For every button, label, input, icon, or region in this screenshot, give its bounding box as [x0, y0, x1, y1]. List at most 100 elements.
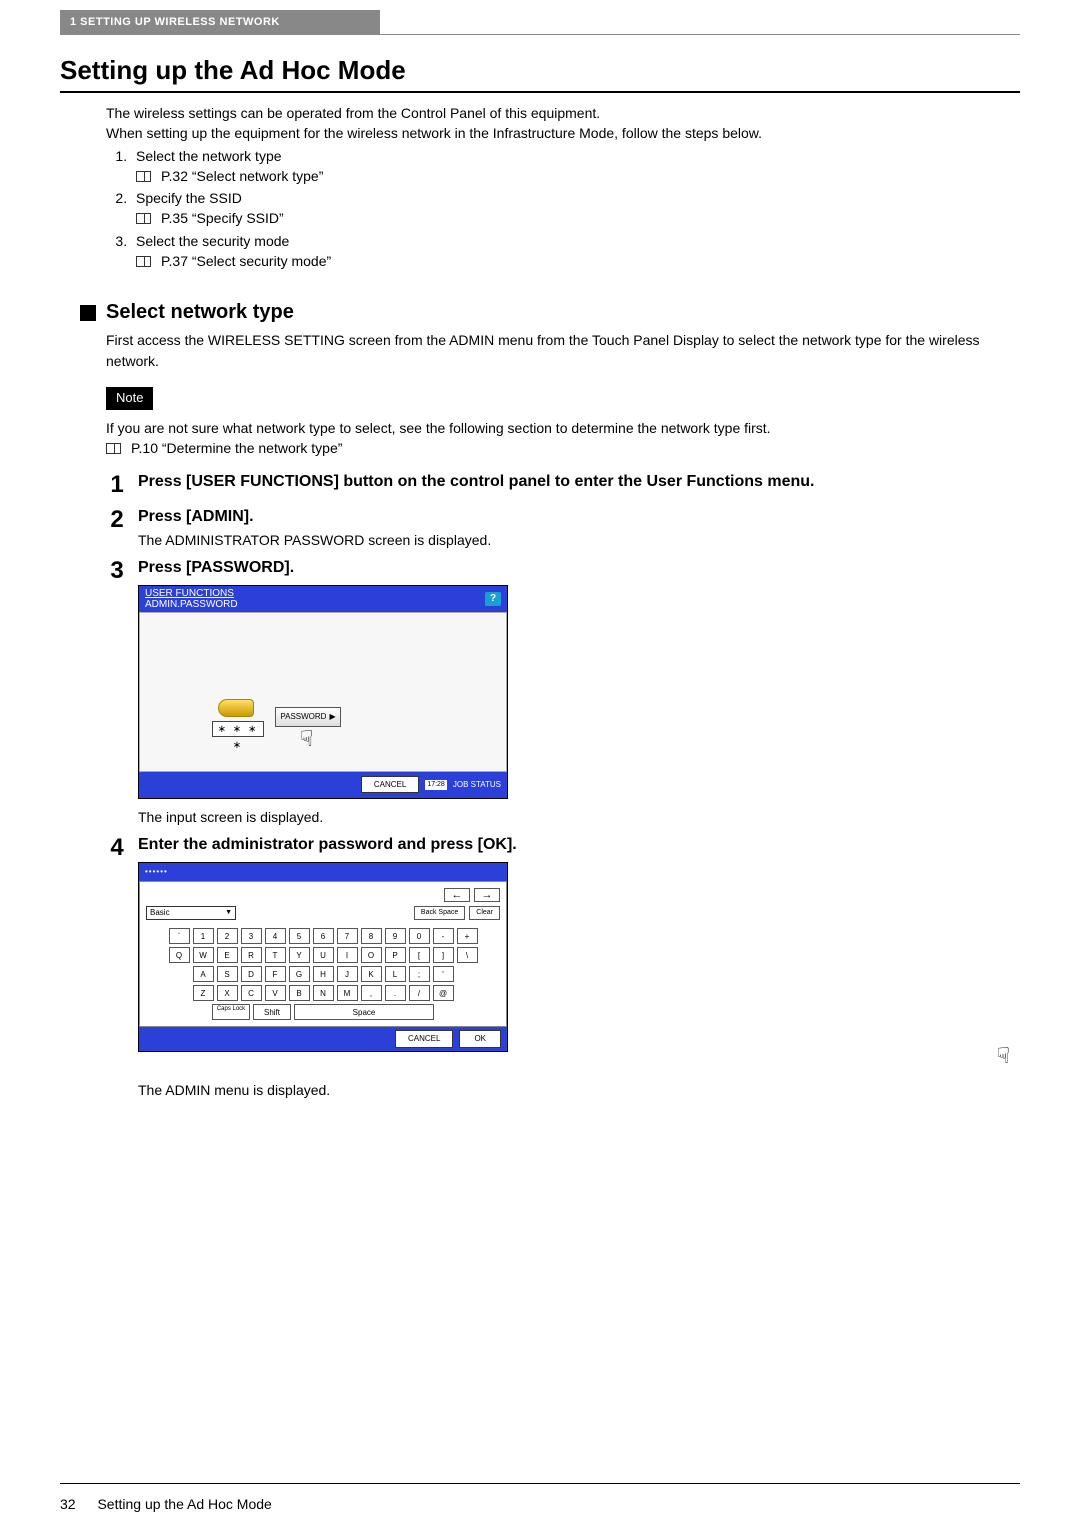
intro-list-item: Select the security mode P.37 “Select se…: [131, 231, 1020, 272]
key[interactable]: G: [289, 966, 310, 982]
ok-button[interactable]: OK: [459, 1030, 501, 1048]
key[interactable]: F: [265, 966, 286, 982]
key[interactable]: 7: [337, 928, 358, 944]
backspace-button[interactable]: Back Space: [414, 906, 465, 920]
key-row: ` 1 2 3 4 5 6 7 8 9: [169, 928, 478, 944]
key[interactable]: T: [265, 947, 286, 963]
key[interactable]: ]: [433, 947, 454, 963]
key[interactable]: L: [385, 966, 406, 982]
key[interactable]: -: [433, 928, 454, 944]
key[interactable]: \: [457, 947, 478, 963]
book-icon: [136, 256, 151, 267]
key[interactable]: `: [169, 928, 190, 944]
section-heading-text: Select network type: [106, 301, 294, 324]
space-key[interactable]: Space: [294, 1004, 434, 1020]
key[interactable]: A: [193, 966, 214, 982]
key[interactable]: 4: [265, 928, 286, 944]
key[interactable]: P: [385, 947, 406, 963]
key[interactable]: 6: [313, 928, 334, 944]
step-caption: The ADMIN menu is displayed.: [138, 1080, 1020, 1100]
key[interactable]: ,: [361, 985, 382, 1001]
key[interactable]: .: [385, 985, 406, 1001]
intro-list-item: Specify the SSID P.35 “Specify SSID”: [131, 188, 1020, 229]
step-number: 4: [106, 835, 128, 861]
key[interactable]: O: [361, 947, 382, 963]
key[interactable]: I: [337, 947, 358, 963]
key[interactable]: 2: [217, 928, 238, 944]
cursor-right-button[interactable]: →: [474, 888, 500, 902]
key-row: A S D F G H J K L ;: [193, 966, 454, 982]
key[interactable]: E: [217, 947, 238, 963]
section-body-text: First access the WIRELESS SETTING screen…: [106, 330, 1020, 371]
capslock-key[interactable]: Caps Lock: [212, 1004, 250, 1020]
section-heading: Select network type: [80, 301, 1020, 324]
key[interactable]: 1: [193, 928, 214, 944]
book-icon: [136, 213, 151, 224]
key[interactable]: [: [409, 947, 430, 963]
key[interactable]: B: [289, 985, 310, 1001]
key[interactable]: V: [265, 985, 286, 1001]
key[interactable]: J: [337, 966, 358, 982]
intro-item-text: Specify the SSID: [136, 190, 242, 206]
key[interactable]: M: [337, 985, 358, 1001]
key[interactable]: U: [313, 947, 334, 963]
key[interactable]: H: [313, 966, 334, 982]
hand-cursor-icon: ☟: [300, 723, 313, 755]
note-badge: Note: [106, 387, 153, 410]
keyboard-mode-select[interactable]: Basic ▼: [146, 906, 236, 920]
key[interactable]: +: [457, 928, 478, 944]
page-footer: 32 Setting up the Ad Hoc Mode: [60, 1496, 272, 1512]
step-caption: The input screen is displayed.: [138, 807, 1020, 827]
time-display: 17:28: [425, 780, 447, 790]
step-heading: Press [ADMIN].: [138, 507, 1020, 528]
key-icon: [218, 699, 260, 717]
page-number: 32: [60, 1496, 76, 1512]
titlebar-line2: ADMIN.PASSWORD: [145, 599, 238, 610]
key[interactable]: R: [241, 947, 262, 963]
key[interactable]: N: [313, 985, 334, 1001]
keyboard-screenshot: •••••• ← → Basic▼: [138, 862, 508, 1052]
step-heading: Press [USER FUNCTIONS] button on the con…: [138, 472, 1020, 493]
key[interactable]: K: [361, 966, 382, 982]
cancel-button[interactable]: CANCEL: [361, 776, 419, 794]
intro-item-ref: P.37 “Select security mode”: [161, 251, 331, 271]
step-body: The ADMINISTRATOR PASSWORD screen is dis…: [138, 530, 1020, 550]
intro-paragraph-1: The wireless settings can be operated fr…: [106, 103, 1020, 123]
key[interactable]: Y: [289, 947, 310, 963]
job-status-button[interactable]: JOB STATUS: [453, 779, 501, 791]
clear-button[interactable]: Clear: [469, 906, 500, 920]
key[interactable]: ;: [409, 966, 430, 982]
intro-list-item: Select the network type P.32 “Select net…: [131, 146, 1020, 187]
key[interactable]: /: [409, 985, 430, 1001]
intro-paragraph-2: When setting up the equipment for the wi…: [106, 123, 1020, 143]
key[interactable]: 5: [289, 928, 310, 944]
key[interactable]: C: [241, 985, 262, 1001]
footer-rule: [60, 1483, 1020, 1484]
mode-label: Basic: [150, 907, 170, 919]
cancel-button[interactable]: CANCEL: [395, 1030, 453, 1048]
key[interactable]: Z: [193, 985, 214, 1001]
note-text: If you are not sure what network type to…: [106, 418, 1020, 438]
cursor-left-button[interactable]: ←: [444, 888, 470, 902]
key[interactable]: X: [217, 985, 238, 1001]
chevron-right-icon: ▶: [329, 709, 335, 725]
key[interactable]: Q: [169, 947, 190, 963]
hand-cursor-icon: ☟: [997, 1043, 1010, 1068]
step-heading: Press [PASSWORD].: [138, 558, 1020, 579]
chevron-down-icon: ▼: [225, 908, 232, 918]
key[interactable]: 8: [361, 928, 382, 944]
key[interactable]: S: [217, 966, 238, 982]
key[interactable]: D: [241, 966, 262, 982]
key[interactable]: 3: [241, 928, 262, 944]
key[interactable]: 0: [409, 928, 430, 944]
shift-key[interactable]: Shift: [253, 1004, 291, 1020]
step-number: 1: [106, 472, 128, 498]
key[interactable]: ': [433, 966, 454, 982]
key[interactable]: @: [433, 985, 454, 1001]
intro-item-ref: P.32 “Select network type”: [161, 166, 323, 186]
chapter-header: 1 SETTING UP WIRELESS NETWORK: [60, 10, 380, 34]
key[interactable]: 9: [385, 928, 406, 944]
password-screenshot: USER FUNCTIONS ADMIN.PASSWORD ? ∗ ∗ ∗ ∗ …: [138, 585, 508, 799]
key[interactable]: W: [193, 947, 214, 963]
help-icon[interactable]: ?: [485, 592, 501, 606]
